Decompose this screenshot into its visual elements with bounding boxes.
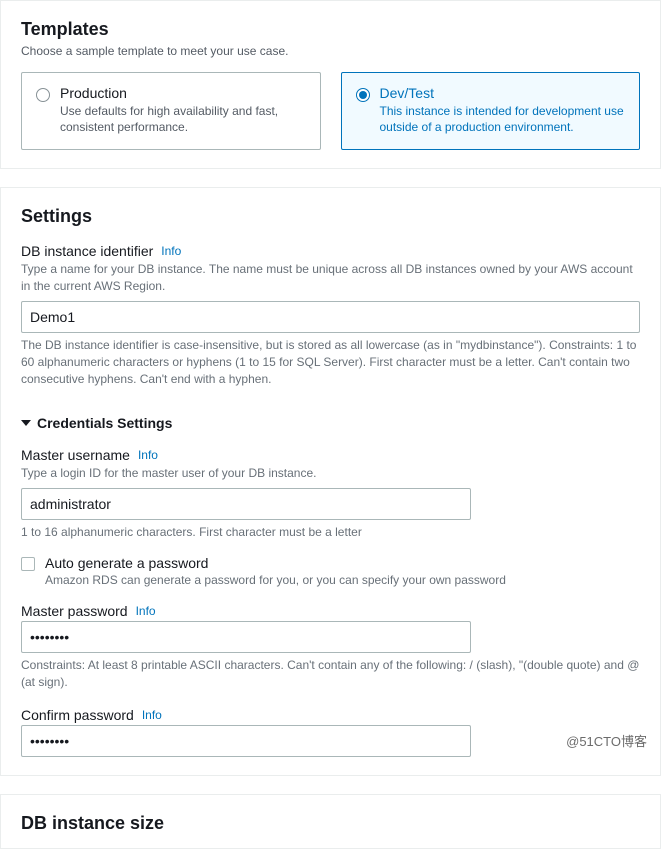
db-instance-size-title: DB instance size: [21, 813, 640, 834]
credentials-heading: Credentials Settings: [37, 415, 172, 431]
settings-panel: Settings DB instance identifier Info Typ…: [0, 187, 661, 775]
radio-devtest[interactable]: [356, 88, 370, 102]
confirm-password-input[interactable]: [21, 725, 471, 757]
master-password-info-link[interactable]: Info: [136, 604, 156, 618]
db-identifier-label: DB instance identifier: [21, 243, 153, 259]
credentials-settings-toggle[interactable]: Credentials Settings: [21, 415, 640, 431]
db-identifier-info-link[interactable]: Info: [161, 244, 181, 258]
auto-generate-description: Amazon RDS can generate a password for y…: [45, 573, 506, 587]
master-username-info-link[interactable]: Info: [138, 448, 158, 462]
auto-generate-label: Auto generate a password: [45, 555, 506, 571]
db-identifier-constraint: The DB instance identifier is case-insen…: [21, 337, 640, 387]
template-description: Use defaults for high availability and f…: [60, 103, 306, 135]
db-instance-size-panel: DB instance size: [0, 794, 661, 849]
template-option-devtest[interactable]: Dev/Test This instance is intended for d…: [341, 72, 641, 150]
template-label: Dev/Test: [380, 85, 626, 101]
settings-title: Settings: [21, 206, 640, 227]
watermark: @51CTO博客: [566, 731, 647, 750]
templates-panel: Templates Choose a sample template to me…: [0, 0, 661, 169]
auto-generate-checkbox[interactable]: [21, 557, 35, 571]
template-option-production[interactable]: Production Use defaults for high availab…: [21, 72, 321, 150]
confirm-password-group: Confirm password Info: [21, 707, 640, 757]
master-username-hint: Type a login ID for the master user of y…: [21, 465, 640, 482]
master-password-constraint: Constraints: At least 8 printable ASCII …: [21, 657, 640, 691]
master-password-label: Master password: [21, 603, 128, 619]
master-username-label: Master username: [21, 447, 130, 463]
radio-production[interactable]: [36, 88, 50, 102]
master-username-constraint: 1 to 16 alphanumeric characters. First c…: [21, 524, 640, 541]
master-password-group: Master password Info Constraints: At lea…: [21, 603, 640, 691]
confirm-password-label: Confirm password: [21, 707, 134, 723]
caret-down-icon: [21, 420, 31, 426]
templates-subtitle: Choose a sample template to meet your us…: [21, 44, 640, 58]
master-password-input[interactable]: [21, 621, 471, 653]
confirm-password-info-link[interactable]: Info: [142, 708, 162, 722]
master-username-input[interactable]: [21, 488, 471, 520]
template-description: This instance is intended for developmen…: [380, 103, 626, 135]
db-identifier-group: DB instance identifier Info Type a name …: [21, 243, 640, 387]
templates-title: Templates: [21, 19, 640, 40]
templates-options: Production Use defaults for high availab…: [21, 72, 640, 150]
production-environment-link[interactable]: a production environment.: [435, 120, 574, 134]
db-identifier-input[interactable]: [21, 301, 640, 333]
master-username-group: Master username Info Type a login ID for…: [21, 447, 640, 541]
db-identifier-hint: Type a name for your DB instance. The na…: [21, 261, 640, 295]
template-label: Production: [60, 85, 306, 101]
auto-generate-password-row[interactable]: Auto generate a password Amazon RDS can …: [21, 555, 640, 587]
